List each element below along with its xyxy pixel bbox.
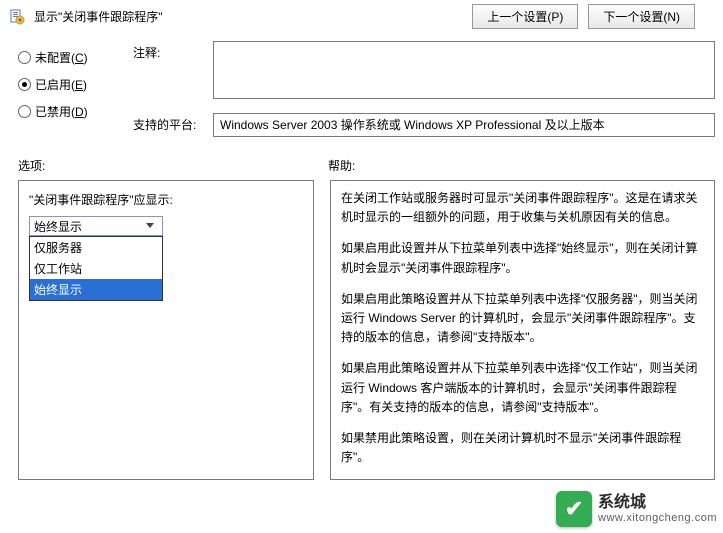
watermark: ✔ 系统城 www.xitongcheng.com bbox=[556, 491, 717, 527]
next-setting-button[interactable]: 下一个设置(N) bbox=[588, 4, 695, 29]
display-mode-dropdown[interactable]: 始终显示 仅服务器 仅工作站 始终显示 bbox=[29, 216, 163, 236]
help-section-label: 帮助: bbox=[328, 157, 355, 174]
help-panel: 在关闭工作站或服务器时可显示"关闭事件跟踪程序"。这是在请求关机时显示的一组额外… bbox=[330, 180, 715, 480]
help-text: 如果禁用此策略设置，则在关闭计算机时不显示"关闭事件跟踪程序"。 bbox=[341, 429, 704, 467]
radio-icon bbox=[18, 105, 31, 118]
platform-label: 支持的平台: bbox=[133, 113, 203, 133]
dropdown-label: "关闭事件跟踪程序"应显示: bbox=[29, 191, 303, 208]
help-text: 在关闭工作站或服务器时可显示"关闭事件跟踪程序"。这是在请求关机时显示的一组额外… bbox=[341, 189, 704, 227]
watermark-url: www.xitongcheng.com bbox=[598, 512, 717, 524]
radio-disabled[interactable]: 已禁用(D) bbox=[18, 103, 113, 120]
dropdown-item-always[interactable]: 始终显示 bbox=[30, 279, 162, 300]
options-section-label: 选项: bbox=[18, 157, 328, 174]
radio-icon bbox=[18, 51, 31, 64]
prev-setting-button[interactable]: 上一个设置(P) bbox=[472, 4, 578, 29]
page-title: 显示"关闭事件跟踪程序" bbox=[34, 8, 163, 25]
comment-label: 注释: bbox=[133, 41, 203, 61]
watermark-badge-icon: ✔ bbox=[556, 491, 592, 527]
watermark-brand: 系统城 bbox=[598, 494, 717, 512]
dropdown-value: 始终显示 bbox=[34, 218, 82, 235]
comment-input[interactable] bbox=[213, 41, 715, 99]
radio-enabled[interactable]: 已启用(E) bbox=[18, 76, 113, 93]
dropdown-list: 仅服务器 仅工作站 始终显示 bbox=[29, 236, 163, 301]
options-panel: "关闭事件跟踪程序"应显示: 始终显示 仅服务器 仅工作站 始终显示 bbox=[18, 180, 314, 480]
policy-icon bbox=[8, 8, 26, 26]
platform-value: Windows Server 2003 操作系统或 Windows XP Pro… bbox=[213, 113, 715, 137]
help-text: 如果启用此策略设置并从下拉菜单列表中选择"仅工作站"，则当关闭运行 Window… bbox=[341, 359, 704, 417]
dropdown-item-server-only[interactable]: 仅服务器 bbox=[30, 237, 162, 258]
help-text: 如果启用此设置并从下拉菜单列表中选择"始终显示"，则在关闭计算机时会显示"关闭事… bbox=[341, 239, 704, 277]
chevron-down-icon bbox=[142, 218, 158, 234]
radio-icon bbox=[18, 78, 31, 91]
help-text: 如果启用此策略设置并从下拉菜单列表中选择"仅服务器"，则当关闭运行 Window… bbox=[341, 290, 704, 348]
radio-not-configured[interactable]: 未配置(C) bbox=[18, 49, 113, 66]
dropdown-item-workstation-only[interactable]: 仅工作站 bbox=[30, 258, 162, 279]
